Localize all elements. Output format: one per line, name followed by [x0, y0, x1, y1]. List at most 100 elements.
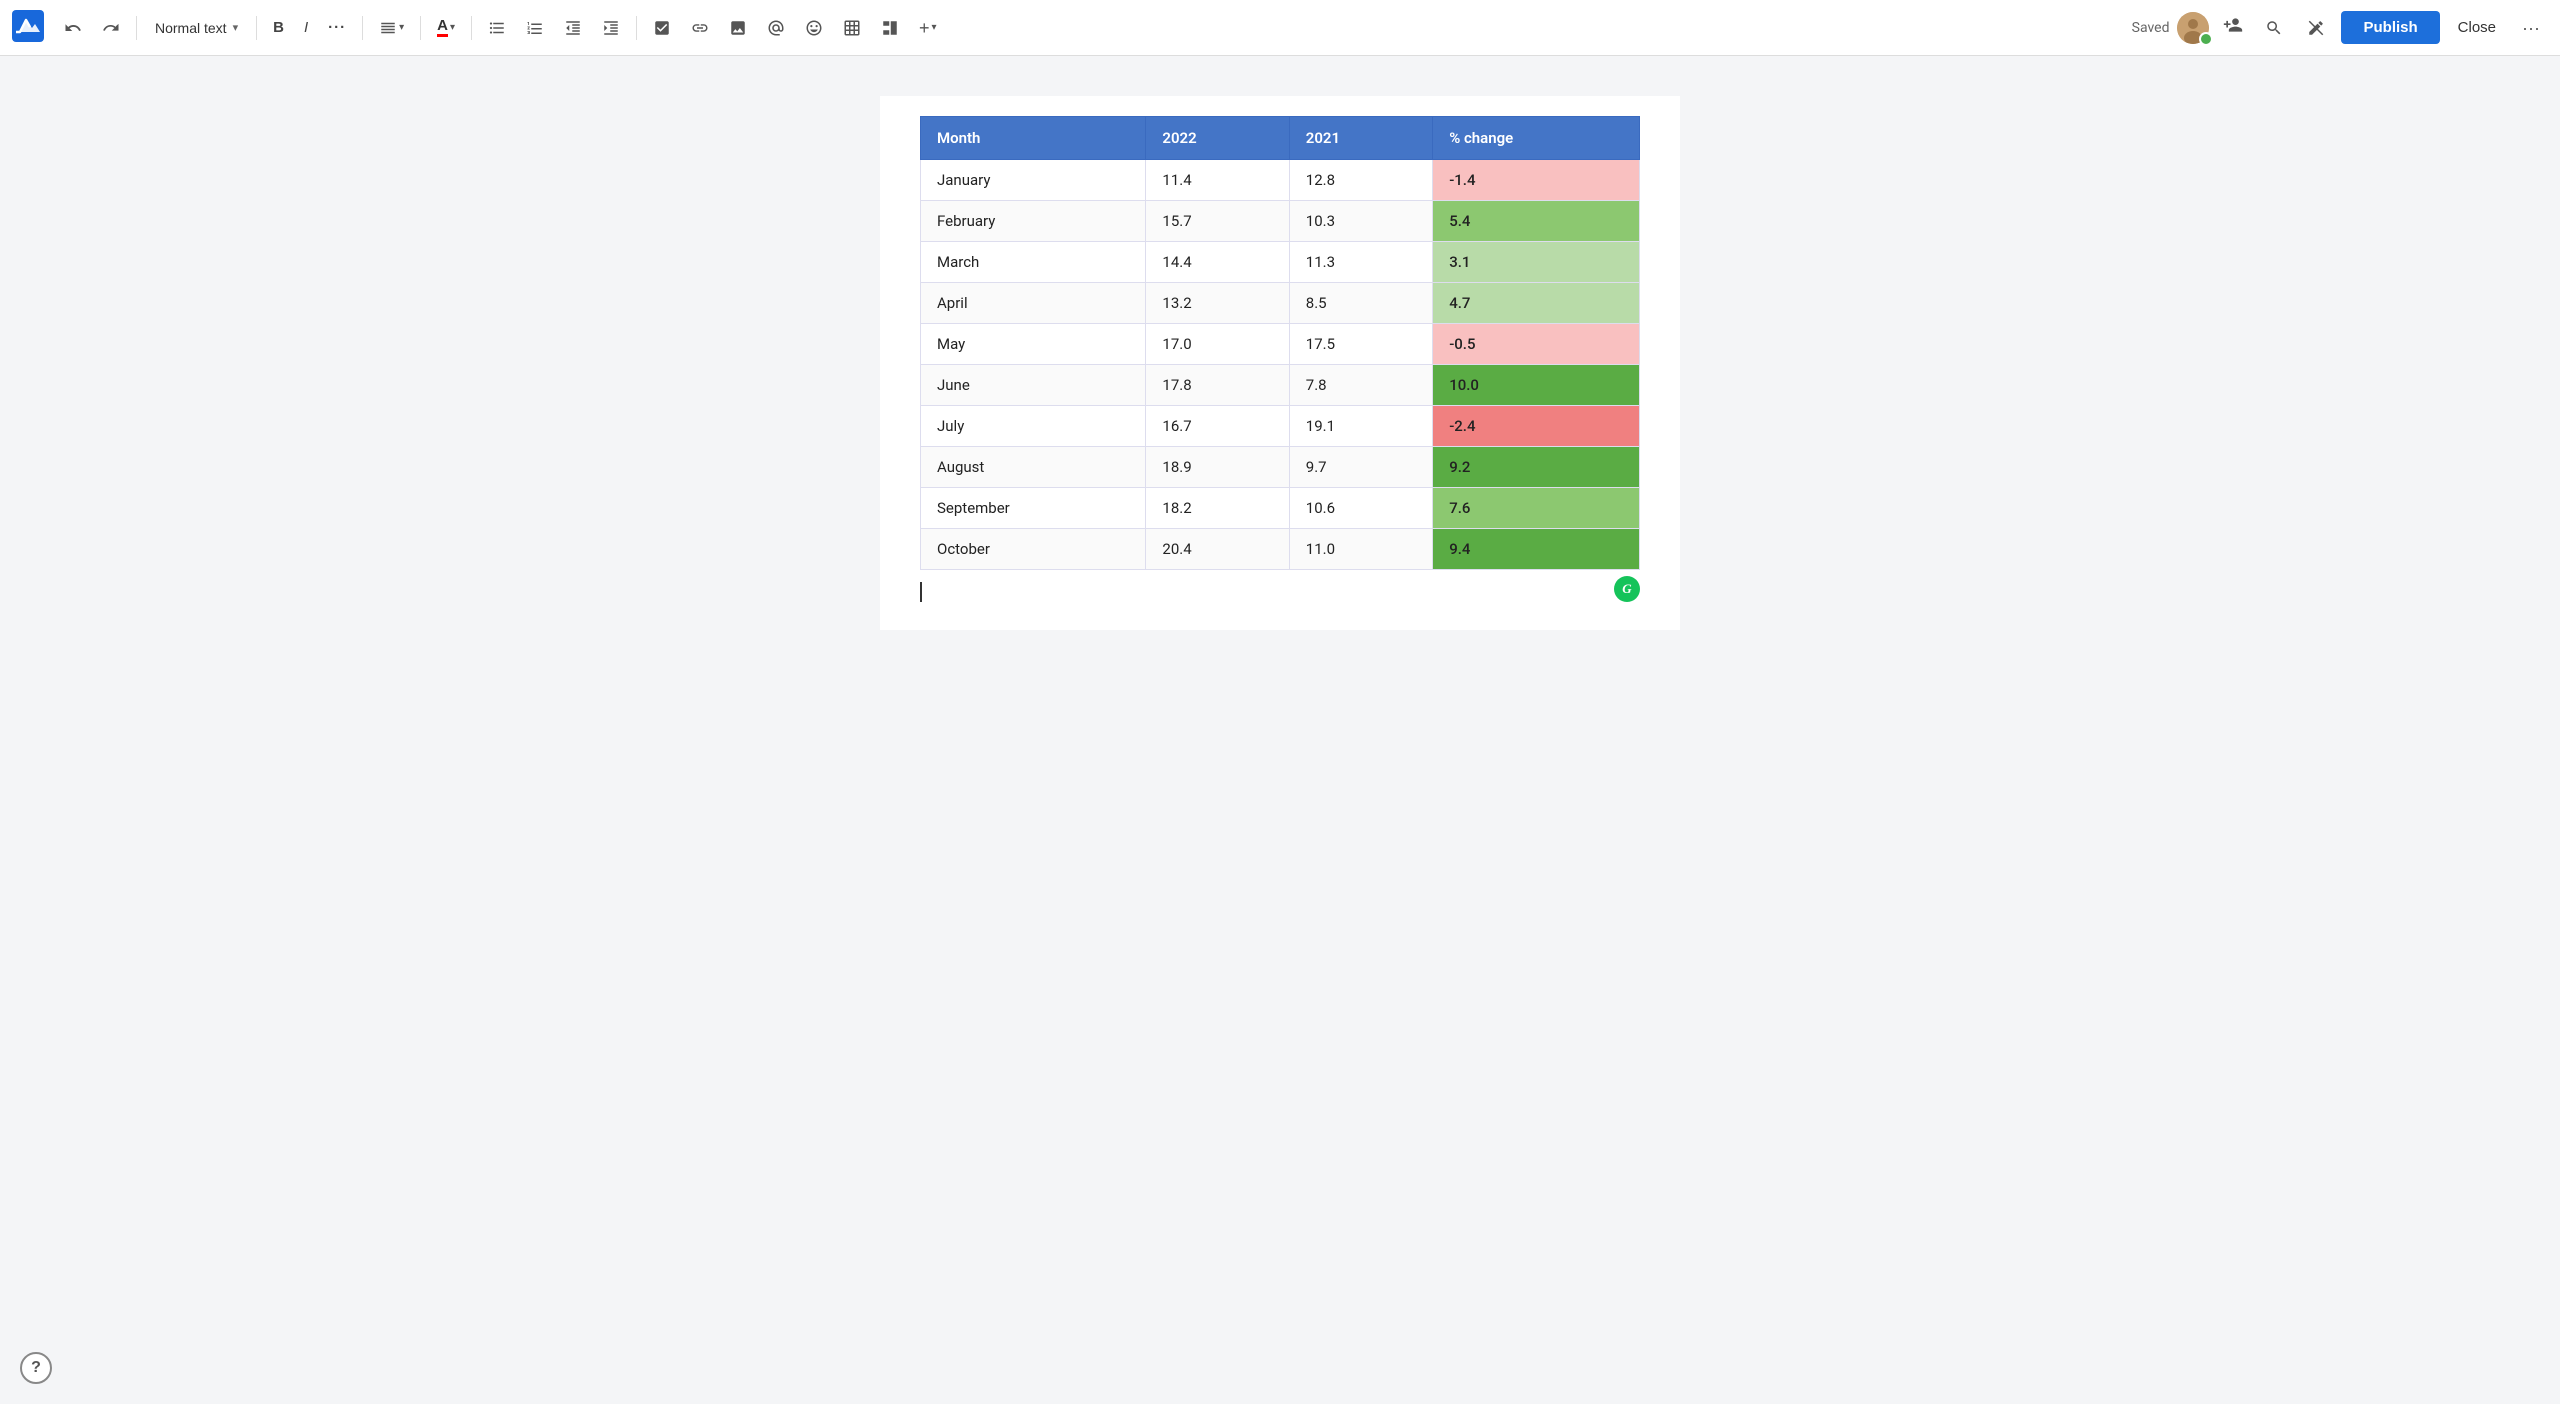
editor-area: Month 2022 2021 % change January11.412.8…	[0, 56, 2560, 1404]
publish-button[interactable]: Publish	[2341, 11, 2439, 44]
col-header-change: % change	[1433, 117, 1640, 160]
divider-5	[471, 16, 472, 40]
layout-button[interactable]	[873, 13, 907, 43]
cell-month: March	[921, 242, 1146, 283]
text-style-label: Normal text	[155, 20, 227, 36]
cell-month: January	[921, 160, 1146, 201]
table-header-row: Month 2022 2021 % change	[921, 117, 1640, 160]
divider-1	[136, 16, 137, 40]
table-row: August18.99.79.2	[921, 447, 1640, 488]
insert-button[interactable]: + ▾	[911, 13, 945, 43]
cell-v2021: 17.5	[1289, 324, 1432, 365]
cell-v2021: 8.5	[1289, 283, 1432, 324]
cell-v2021: 10.6	[1289, 488, 1432, 529]
link-button[interactable]	[683, 13, 717, 43]
emoji-button[interactable]	[797, 13, 831, 43]
cell-change: -1.4	[1433, 160, 1640, 201]
add-collaborator-button[interactable]	[2217, 11, 2249, 44]
app-logo	[12, 10, 52, 46]
cell-v2022: 18.2	[1146, 488, 1289, 529]
grammarly-icon[interactable]	[1614, 576, 1640, 602]
table-button[interactable]	[835, 13, 869, 43]
cell-v2022: 18.9	[1146, 447, 1289, 488]
cell-v2022: 11.4	[1146, 160, 1289, 201]
cell-v2021: 19.1	[1289, 406, 1432, 447]
cell-v2022: 17.0	[1146, 324, 1289, 365]
outdent-button[interactable]	[556, 13, 590, 43]
col-header-month: Month	[921, 117, 1146, 160]
mention-button[interactable]	[759, 13, 793, 43]
cell-change: 7.6	[1433, 488, 1640, 529]
avatar-wrap[interactable]	[2177, 12, 2209, 44]
close-button[interactable]: Close	[2448, 13, 2506, 42]
cell-month: April	[921, 283, 1146, 324]
align-button[interactable]: ▾	[371, 13, 412, 43]
cell-v2022: 13.2	[1146, 283, 1289, 324]
help-button[interactable]: ?	[20, 1352, 52, 1384]
cell-v2021: 9.7	[1289, 447, 1432, 488]
cell-month: May	[921, 324, 1146, 365]
toolbar: Normal text ▾ B I ··· ▾ A ▾	[0, 0, 2560, 56]
bullet-list-button[interactable]	[480, 13, 514, 43]
col-header-2022: 2022	[1146, 117, 1289, 160]
cell-v2021: 7.8	[1289, 365, 1432, 406]
cell-change: 10.0	[1433, 365, 1640, 406]
text-cursor	[920, 582, 922, 602]
cell-v2021: 12.8	[1289, 160, 1432, 201]
avatar-badge	[2199, 32, 2213, 46]
numbered-list-button[interactable]	[518, 13, 552, 43]
cell-change: 4.7	[1433, 283, 1640, 324]
divider-2	[256, 16, 257, 40]
editor-cursor-line[interactable]	[920, 570, 1640, 610]
task-list-button[interactable]	[645, 13, 679, 43]
undo-button[interactable]	[56, 13, 90, 43]
cell-change: 3.1	[1433, 242, 1640, 283]
data-table: Month 2022 2021 % change January11.412.8…	[920, 116, 1640, 570]
text-style-dropdown[interactable]: Normal text ▾	[145, 14, 248, 42]
redo-button[interactable]	[94, 13, 128, 43]
cell-change: 5.4	[1433, 201, 1640, 242]
toolbar-right: Saved Publish Close	[2132, 11, 2548, 44]
cell-month: October	[921, 529, 1146, 570]
cell-v2022: 17.8	[1146, 365, 1289, 406]
col-header-2021: 2021	[1289, 117, 1432, 160]
table-row: October20.411.09.4	[921, 529, 1640, 570]
divider-6	[636, 16, 637, 40]
table-row: April13.28.54.7	[921, 283, 1640, 324]
table-row: May17.017.5-0.5	[921, 324, 1640, 365]
divider-4	[420, 16, 421, 40]
more-formatting-button[interactable]: ···	[320, 14, 354, 41]
search-button[interactable]	[2257, 13, 2291, 43]
bold-button[interactable]: B	[265, 14, 292, 41]
cell-month: July	[921, 406, 1146, 447]
more-options-button[interactable]: ···	[2514, 15, 2548, 41]
cell-v2021: 11.3	[1289, 242, 1432, 283]
cell-v2021: 11.0	[1289, 529, 1432, 570]
table-row: January11.412.8-1.4	[921, 160, 1640, 201]
table-row: June17.87.810.0	[921, 365, 1640, 406]
cell-change: -0.5	[1433, 324, 1640, 365]
table-row: February15.710.35.4	[921, 201, 1640, 242]
text-color-button[interactable]: A ▾	[429, 12, 463, 43]
media-button[interactable]	[721, 13, 755, 43]
no-edit-button[interactable]	[2299, 13, 2333, 43]
cell-change: -2.4	[1433, 406, 1640, 447]
cell-v2022: 20.4	[1146, 529, 1289, 570]
cell-v2022: 15.7	[1146, 201, 1289, 242]
table-row: September18.210.67.6	[921, 488, 1640, 529]
cell-month: September	[921, 488, 1146, 529]
divider-3	[362, 16, 363, 40]
table-row: March14.411.33.1	[921, 242, 1640, 283]
cell-change: 9.2	[1433, 447, 1640, 488]
editor-content: Month 2022 2021 % change January11.412.8…	[880, 96, 1680, 630]
cell-month: August	[921, 447, 1146, 488]
cell-change: 9.4	[1433, 529, 1640, 570]
indent-button[interactable]	[594, 13, 628, 43]
table-row: July16.719.1-2.4	[921, 406, 1640, 447]
cell-v2022: 16.7	[1146, 406, 1289, 447]
saved-label: Saved	[2132, 20, 2170, 36]
cell-v2021: 10.3	[1289, 201, 1432, 242]
cell-month: February	[921, 201, 1146, 242]
cell-month: June	[921, 365, 1146, 406]
italic-button[interactable]: I	[296, 14, 316, 41]
